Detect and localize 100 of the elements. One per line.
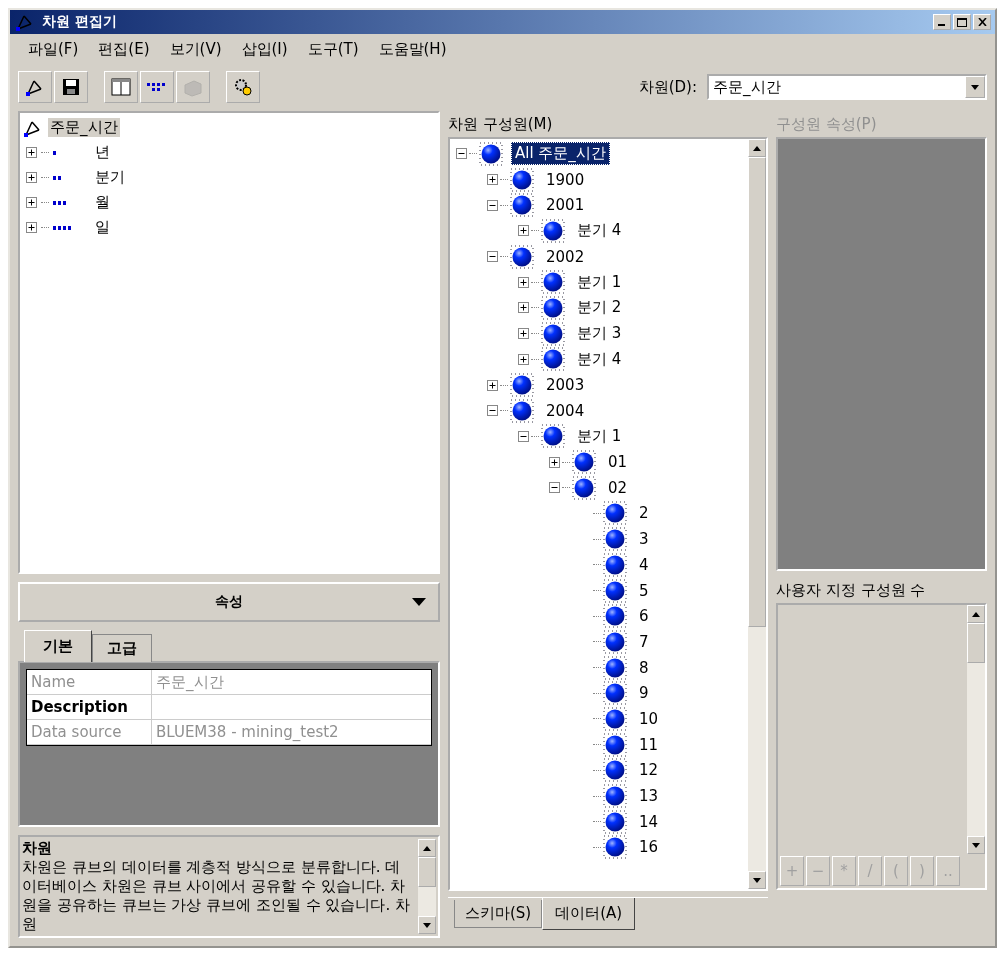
tree-item[interactable]: 2 — [635, 502, 653, 525]
expand-icon[interactable] — [518, 328, 529, 340]
tree-item[interactable]: 2004 — [542, 399, 589, 422]
menu-item[interactable]: 편집(E) — [90, 38, 158, 61]
tree-item[interactable]: 4 — [635, 553, 653, 576]
scrollbar-thumb[interactable] — [748, 157, 766, 627]
menu-item[interactable]: 도움말(H) — [370, 38, 455, 61]
dots-icon — [146, 80, 168, 94]
tree-item[interactable]: 년 — [93, 143, 112, 162]
tab[interactable]: 기본 — [24, 630, 92, 662]
tree-item[interactable]: 분기 3 — [573, 322, 626, 346]
collapse-icon[interactable] — [518, 430, 529, 442]
expand-icon[interactable] — [487, 379, 498, 391]
scrollbar-thumb[interactable] — [967, 623, 985, 663]
tree-item[interactable]: 5 — [635, 579, 653, 602]
tree-item[interactable]: All 주문_시간 — [511, 142, 610, 166]
menu-item[interactable]: 파일(F) — [20, 38, 87, 61]
minimize-button[interactable] — [933, 14, 951, 30]
tree-item[interactable]: 11 — [635, 733, 663, 756]
close-icon — [977, 18, 987, 26]
expand-icon[interactable] — [26, 197, 37, 208]
ball-icon — [572, 450, 596, 475]
tab[interactable]: 스키마(S) — [454, 900, 543, 928]
scrollbar-thumb[interactable] — [418, 857, 436, 887]
ball-icon — [510, 398, 534, 423]
tree-item[interactable]: 2001 — [542, 194, 589, 217]
menu-item[interactable]: 도구(T) — [299, 38, 367, 61]
level-icon — [53, 150, 58, 155]
tree-item[interactable]: 분기 2 — [573, 296, 626, 320]
collapse-icon[interactable] — [487, 405, 498, 417]
tab[interactable]: 데이터(A) — [542, 898, 636, 930]
tree-item[interactable]: 분기 1 — [573, 270, 626, 294]
ball-icon — [479, 141, 503, 166]
tree-item[interactable]: 02 — [604, 476, 632, 499]
expand-icon[interactable] — [26, 172, 37, 183]
tree-item[interactable]: 주문_시간 — [48, 118, 120, 137]
tree-item[interactable]: 2003 — [542, 374, 589, 397]
maximize-button[interactable] — [953, 14, 971, 30]
collapse-icon[interactable] — [456, 148, 467, 160]
cube-icon — [182, 77, 204, 97]
up-arrow-icon — [972, 611, 980, 617]
tree-item[interactable]: 7 — [635, 630, 653, 653]
ball-icon — [603, 706, 627, 731]
toolbar-button[interactable] — [18, 71, 52, 103]
tree-item[interactable]: 12 — [635, 759, 663, 782]
tree-item[interactable]: 분기 — [93, 168, 127, 187]
properties-header[interactable]: 속성 — [18, 582, 440, 622]
tree-item[interactable]: 01 — [604, 451, 632, 474]
tree-item[interactable]: 8 — [635, 656, 653, 679]
toolbar-button[interactable] — [226, 71, 260, 103]
ball-icon — [603, 732, 627, 757]
tree-item[interactable]: 6 — [635, 605, 653, 628]
tree-item[interactable]: 3 — [635, 528, 653, 551]
tab[interactable]: 고급 — [92, 634, 152, 662]
scrollbar[interactable] — [748, 139, 766, 889]
collapse-icon[interactable] — [487, 199, 498, 211]
tree-item[interactable]: 16 — [635, 836, 663, 859]
tree-item[interactable]: 분기 4 — [573, 219, 626, 243]
ball-icon — [572, 475, 596, 500]
menu-item[interactable]: 보기(V) — [161, 38, 230, 61]
expand-icon[interactable] — [518, 225, 529, 237]
ball-icon — [603, 629, 627, 654]
expand-icon[interactable] — [26, 147, 37, 158]
toolbar-button[interactable] — [54, 71, 88, 103]
expand-icon[interactable] — [518, 353, 529, 365]
tree-item[interactable]: 13 — [635, 785, 663, 808]
tree-item[interactable]: 분기 4 — [573, 347, 626, 371]
property-name: Data source — [27, 720, 152, 744]
scrollbar[interactable] — [418, 839, 436, 934]
tree-item[interactable]: 9 — [635, 682, 653, 705]
menu-item[interactable]: 삽입(I) — [233, 38, 296, 61]
close-button[interactable] — [973, 14, 991, 30]
ball-icon — [603, 758, 627, 783]
tree-item[interactable]: 일 — [93, 218, 112, 237]
tree-item[interactable]: 분기 1 — [573, 424, 626, 448]
ball-icon — [510, 373, 534, 398]
tree-item[interactable]: 2002 — [542, 245, 589, 268]
expand-icon[interactable] — [487, 174, 498, 186]
tree-item[interactable]: 14 — [635, 810, 663, 833]
toolbar-button[interactable] — [140, 71, 174, 103]
expand-icon[interactable] — [518, 276, 529, 288]
tree-item[interactable]: 월 — [93, 193, 112, 212]
tree-item[interactable]: 10 — [635, 707, 663, 730]
expand-icon[interactable] — [26, 222, 37, 233]
tree-item[interactable]: 1900 — [542, 168, 589, 191]
maximize-icon — [957, 17, 967, 27]
down-arrow-icon — [972, 842, 980, 848]
expand-icon[interactable] — [549, 456, 560, 468]
property-value: 주문_시간 — [155, 672, 224, 692]
description-title: 차원 — [22, 839, 53, 858]
dimension-dropdown[interactable]: 주문_시간 — [707, 74, 987, 100]
collapse-icon[interactable] — [549, 482, 560, 494]
collapse-icon[interactable] — [487, 251, 498, 263]
ball-icon — [541, 424, 565, 449]
level-icon — [53, 200, 68, 205]
expand-icon[interactable] — [518, 302, 529, 314]
scrollbar[interactable] — [967, 605, 985, 854]
ball-icon — [603, 604, 627, 629]
window-title: 차원 편집기 — [42, 13, 118, 31]
ball-icon — [541, 347, 565, 372]
